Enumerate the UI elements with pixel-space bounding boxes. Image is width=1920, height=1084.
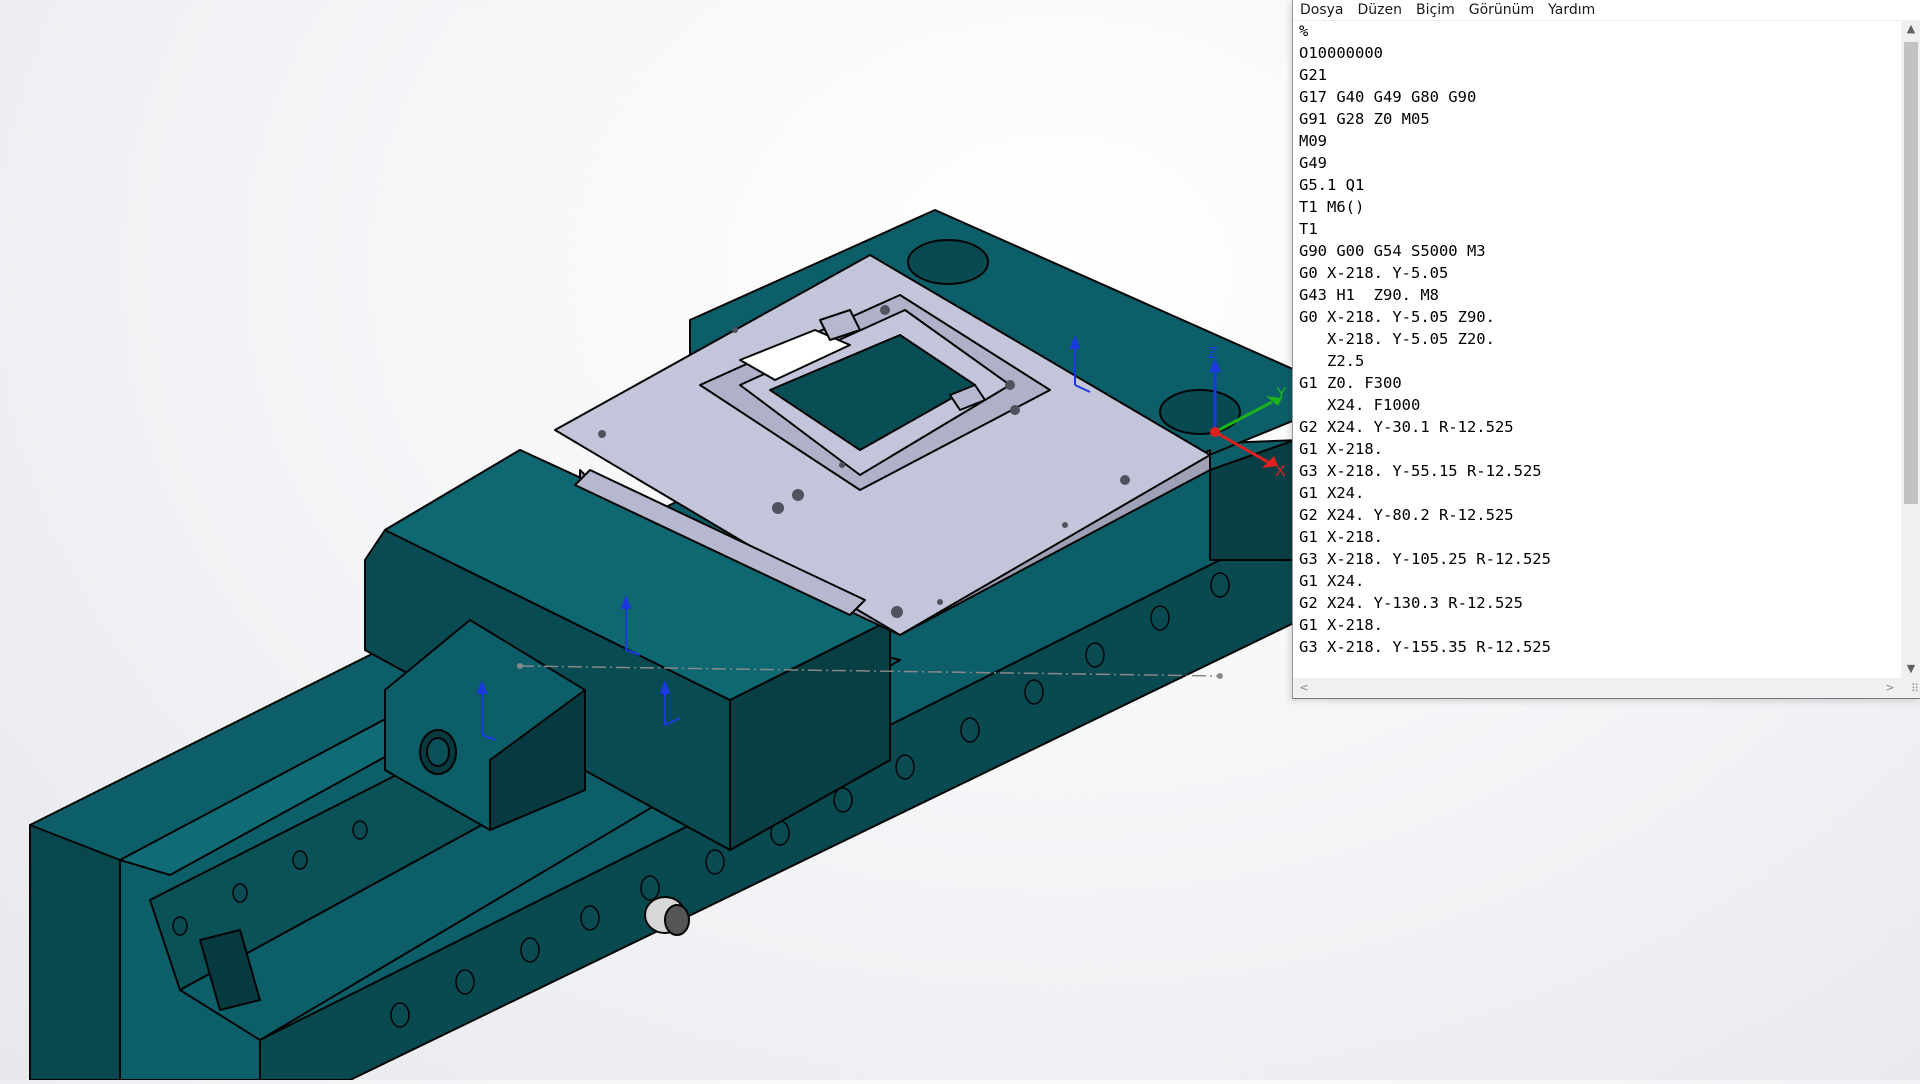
code-line: Z2.5	[1299, 352, 1365, 370]
code-line: O10000000	[1299, 44, 1383, 62]
code-line: G0 X-218. Y-5.05 Z90.	[1299, 308, 1495, 326]
menu-view[interactable]: Görünüm	[1462, 0, 1541, 20]
code-line: G1 X-218.	[1299, 528, 1383, 546]
code-line: G3 X-218. Y-105.25 R-12.525	[1299, 550, 1551, 568]
code-line: G1 Z0. F300	[1299, 374, 1402, 392]
vertical-scroll-thumb[interactable]	[1904, 42, 1918, 504]
code-line: G0 X-218. Y-5.05	[1299, 264, 1449, 282]
code-line: G1 X24.	[1299, 572, 1365, 590]
code-line: G3 X-218. Y-155.35 R-12.525	[1299, 638, 1551, 656]
code-line: G1 X-218.	[1299, 440, 1383, 458]
vertical-scrollbar[interactable]: ▲ ▼	[1901, 20, 1920, 678]
scroll-down-icon[interactable]: ▼	[1901, 660, 1920, 678]
code-line: M09	[1299, 132, 1327, 150]
y-axis-label: Y	[1276, 385, 1287, 402]
menu-bar: Dosya Düzen Biçim Görünüm Yardım	[1293, 0, 1920, 21]
code-line: G43 H1 Z90. M8	[1299, 286, 1439, 304]
horizontal-scrollbar[interactable]: < >	[1293, 678, 1901, 698]
code-line: X24. F1000	[1299, 396, 1421, 414]
code-line: G3 X-218. Y-55.15 R-12.525	[1299, 462, 1542, 480]
x-axis-label: X	[1275, 463, 1286, 480]
code-line: G1 X-218.	[1299, 616, 1383, 634]
menu-edit[interactable]: Düzen	[1351, 0, 1410, 20]
code-line: G1 X24.	[1299, 484, 1365, 502]
menu-format[interactable]: Biçim	[1409, 0, 1462, 20]
menu-file[interactable]: Dosya	[1293, 0, 1351, 20]
code-line: %	[1299, 22, 1309, 40]
code-line: G90 G00 G54 S5000 M3	[1299, 242, 1486, 260]
code-line: T1	[1299, 220, 1318, 238]
scroll-left-icon[interactable]: <	[1295, 678, 1313, 698]
code-line: G49	[1299, 154, 1327, 172]
menu-help[interactable]: Yardım	[1541, 0, 1602, 20]
code-line: G2 X24. Y-30.1 R-12.525	[1299, 418, 1514, 436]
code-line: G5.1 Q1	[1299, 176, 1365, 194]
resize-grip-icon[interactable]: ⠿	[1901, 678, 1920, 698]
code-line: G2 X24. Y-130.3 R-12.525	[1299, 594, 1523, 612]
code-line: G21	[1299, 66, 1327, 84]
code-line: G17 G40 G49 G80 G90	[1299, 88, 1477, 106]
z-axis-label: Z	[1208, 345, 1218, 362]
notepad-window[interactable]: Dosya Düzen Biçim Görünüm Yardım % O1000…	[1292, 0, 1920, 699]
code-line: G91 G28 Z0 M05	[1299, 110, 1430, 128]
text-editor[interactable]: % O10000000 G21 G17 G40 G49 G80 G90 G91 …	[1293, 20, 1901, 678]
code-line: T1 M6()	[1299, 198, 1365, 216]
code-line: X-218. Y-5.05 Z20.	[1299, 330, 1495, 348]
scroll-right-icon[interactable]: >	[1881, 678, 1899, 698]
scroll-up-icon[interactable]: ▲	[1901, 20, 1920, 38]
code-line: G2 X24. Y-80.2 R-12.525	[1299, 506, 1514, 524]
